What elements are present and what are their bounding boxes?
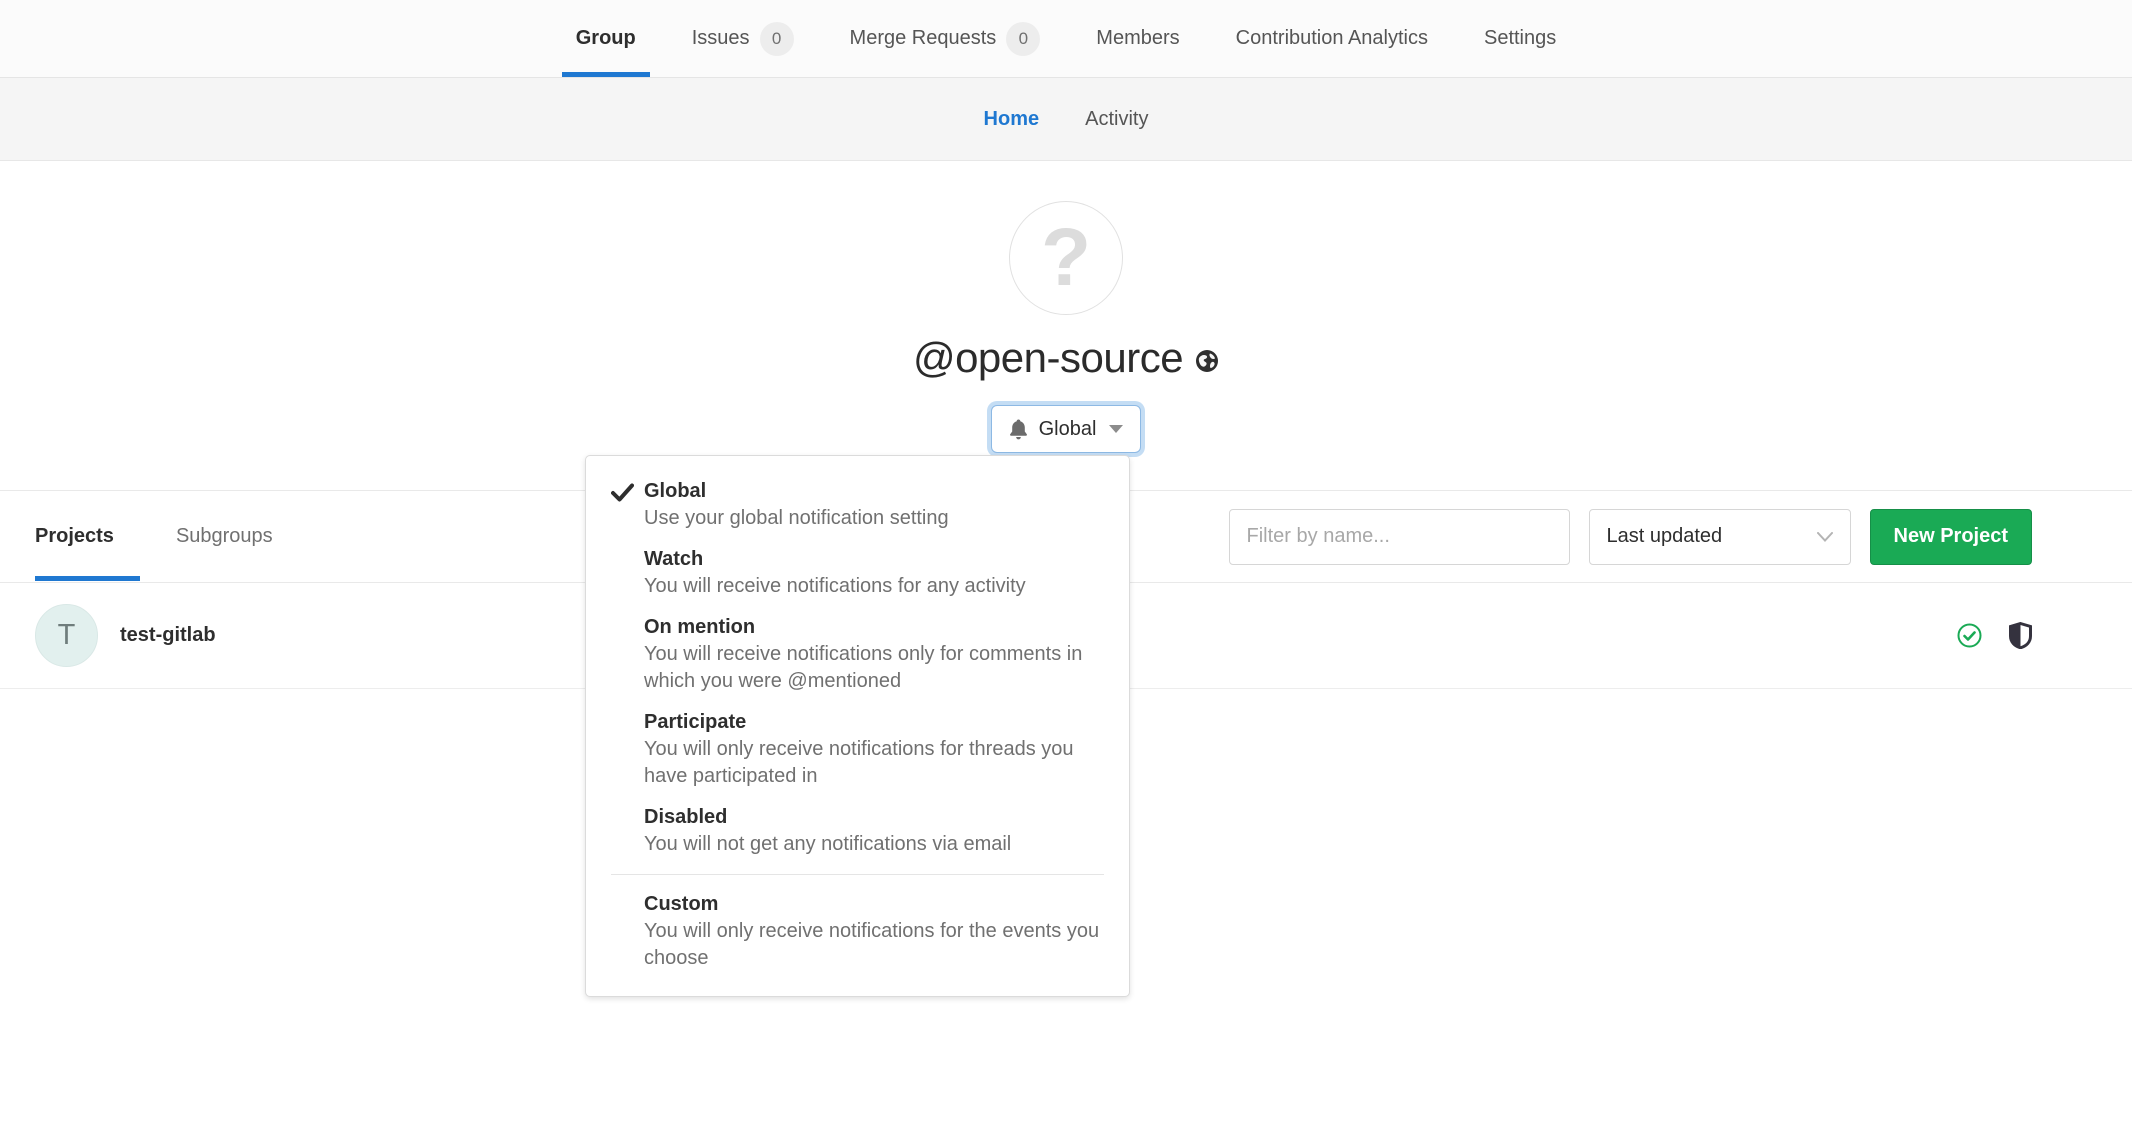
menu-item-participate-label: Participate [644,709,1104,736]
menu-item-global[interactable]: Global Use your global notification sett… [586,471,1129,539]
issues-count-badge: 0 [760,22,794,56]
menu-item-watch[interactable]: Watch You will receive notifications for… [586,539,1129,607]
earth-public-icon [1195,349,1219,373]
check-circle-icon [1957,623,1982,648]
menu-item-participate-desc: You will only receive notifications for … [644,736,1104,790]
tab-projects[interactable]: Projects [35,491,114,582]
bell-icon [1009,419,1028,440]
caret-down-icon [1109,425,1123,433]
sort-dropdown-value: Last updated [1607,525,1723,548]
tab-merge-requests[interactable]: Merge Requests 0 [822,0,1069,77]
group-home-panel: ? @open-source Global [0,161,2132,490]
tab-members-label: Members [1096,27,1179,50]
notification-dropdown-menu: Global Use your global notification sett… [585,455,1130,997]
menu-divider [611,874,1104,875]
menu-item-disabled-label: Disabled [644,804,1104,831]
new-project-button[interactable]: New Project [1870,509,2032,565]
notification-button-label: Global [1039,418,1097,441]
menu-item-custom-desc: You will only receive notifications for … [644,918,1104,972]
menu-item-disabled[interactable]: Disabled You will not get any notificati… [586,797,1129,865]
tab-settings[interactable]: Settings [1456,0,1584,77]
group-tab-bar-inner: Group Issues 0 Merge Requests 0 Members … [0,0,2132,77]
menu-item-disabled-desc: You will not get any notifications via e… [644,831,1104,858]
menu-item-custom-label: Custom [644,891,1104,918]
menu-item-custom[interactable]: Custom You will only receive notificatio… [586,884,1129,979]
group-subnav: Home Activity [0,78,2132,161]
menu-item-watch-desc: You will receive notifications for any a… [644,573,1104,600]
menu-item-watch-label: Watch [644,546,1104,573]
project-row-icons [1957,622,2032,649]
tab-issues-label: Issues [692,27,750,50]
notification-dropdown-button[interactable]: Global [991,405,1142,453]
check-icon [611,483,634,502]
group-tab-bar: Group Issues 0 Merge Requests 0 Members … [0,0,2132,78]
tab-contribution-analytics[interactable]: Contribution Analytics [1208,0,1456,77]
menu-item-global-desc: Use your global notification setting [644,505,1104,532]
filter-by-name-input[interactable] [1229,509,1570,565]
tab-merge-requests-label: Merge Requests [850,27,997,50]
sort-dropdown[interactable]: Last updated [1589,509,1851,565]
menu-item-on-mention-desc: You will receive notifications only for … [644,641,1104,695]
chevron-down-icon [1817,532,1833,542]
group-avatar-glyph: ? [1041,217,1091,299]
project-avatar-letter: T [58,619,76,652]
menu-item-on-mention-label: On mention [644,614,1104,641]
merge-requests-count-badge: 0 [1006,22,1040,56]
tab-group[interactable]: Group [548,0,664,77]
tab-contribution-analytics-label: Contribution Analytics [1236,27,1428,50]
menu-item-global-label: Global [644,478,1104,505]
tab-subgroups[interactable]: Subgroups [176,491,273,582]
project-avatar: T [35,604,98,667]
project-name-link[interactable]: test-gitlab [120,624,216,647]
group-title-text: @open-source [913,334,1183,382]
tab-group-label: Group [576,27,636,50]
tab-settings-label: Settings [1484,27,1556,50]
subnav-home[interactable]: Home [961,108,1063,131]
menu-item-participate[interactable]: Participate You will only receive notifi… [586,702,1129,797]
subnav-activity[interactable]: Activity [1062,108,1171,131]
notification-button-wrap: Global [0,405,2132,453]
projects-subgroups-tabs: Projects Subgroups [35,491,335,582]
page-title: @open-source [0,334,2132,382]
toolbar-controls: Last updated New Project [1229,509,2032,565]
shield-half-icon [2009,622,2032,649]
tab-issues[interactable]: Issues 0 [664,0,822,77]
menu-item-on-mention[interactable]: On mention You will receive notification… [586,607,1129,702]
tab-members[interactable]: Members [1068,0,1207,77]
group-avatar: ? [1009,201,1123,315]
